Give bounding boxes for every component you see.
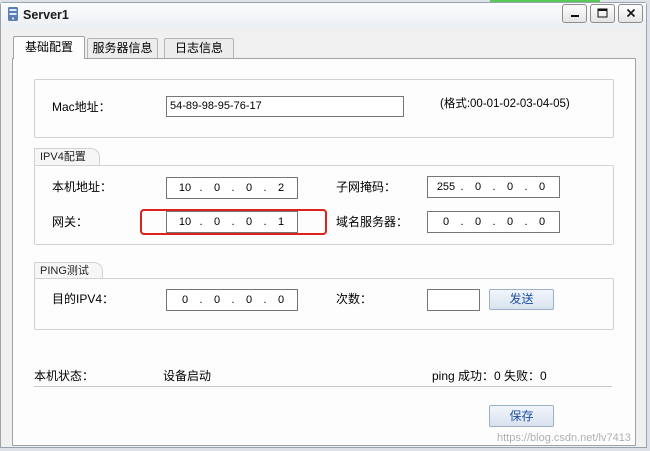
server-config-window: Server1 基础配置 服务器信息 日志信息 Mac地址： 54-89-98-… bbox=[0, 0, 650, 451]
ip-dot: . bbox=[460, 181, 464, 193]
ping-count-label: 次数： bbox=[336, 292, 373, 306]
device-status-label: 本机状态： bbox=[34, 369, 95, 383]
ip-dot: . bbox=[492, 216, 496, 228]
ip-dot: . bbox=[263, 182, 267, 194]
dns-server-field[interactable]: 0. 0. 0. 0 bbox=[427, 211, 560, 233]
basic-config-panel: Mac地址： 54-89-98-95-76-17 (格式:00-01-02-03… bbox=[12, 58, 636, 446]
ip-octet[interactable]: 0 bbox=[531, 177, 553, 197]
ip-octet[interactable]: 255 bbox=[435, 177, 457, 197]
ip-dot: . bbox=[231, 182, 235, 194]
ip-dot: . bbox=[199, 182, 203, 194]
ping-result-text: ping 成功：0 失败：0 bbox=[432, 369, 547, 383]
ip-octet[interactable]: 0 bbox=[238, 178, 260, 198]
dns-server-label: 域名服务器： bbox=[336, 215, 409, 229]
ip-dot: . bbox=[199, 294, 203, 306]
ipv4-group-title: IPV4配置 bbox=[34, 148, 100, 166]
ip-octet[interactable]: 0 bbox=[238, 290, 260, 310]
status-divider bbox=[34, 386, 612, 387]
tab-basic-config[interactable]: 基础配置 bbox=[13, 36, 85, 59]
subnet-mask-label: 子网掩码： bbox=[336, 180, 397, 194]
mac-address-field[interactable]: 54-89-98-95-76-17 bbox=[166, 96, 404, 117]
mac-section: Mac地址： 54-89-98-95-76-17 (格式:00-01-02-03… bbox=[34, 79, 614, 138]
mac-label: Mac地址： bbox=[52, 100, 111, 114]
local-address-label: 本机地址： bbox=[52, 180, 113, 194]
maximize-icon bbox=[597, 7, 608, 21]
ping-destination-field[interactable]: 0. 0. 0. 0 bbox=[166, 289, 298, 311]
ip-dot: . bbox=[231, 294, 235, 306]
ping-section: 目的IPV4： 0. 0. 0. 0 次数： 发送 bbox=[34, 278, 614, 330]
ip-octet[interactable]: 0 bbox=[467, 212, 489, 232]
mac-format-hint: (格式:00-01-02-03-04-05) bbox=[440, 98, 570, 110]
local-address-field[interactable]: 10. 0. 0. 2 bbox=[166, 177, 298, 199]
ip-octet[interactable]: 0 bbox=[467, 177, 489, 197]
ip-dot: . bbox=[524, 216, 528, 228]
ipv4-section: 本机地址： 10. 0. 0. 2 子网掩码： 255. 0. 0. 0 网关：… bbox=[34, 165, 614, 245]
minimize-button[interactable] bbox=[562, 4, 587, 23]
title-bar[interactable]: Server1 bbox=[1, 3, 646, 28]
ip-dot: . bbox=[460, 216, 464, 228]
server-icon bbox=[6, 6, 20, 22]
minimize-icon bbox=[570, 7, 580, 21]
ip-octet[interactable]: 0 bbox=[174, 290, 196, 310]
ping-group-title: PING测试 bbox=[34, 262, 103, 279]
ip-octet[interactable]: 0 bbox=[206, 290, 228, 310]
device-status-value: 设备启动 bbox=[163, 369, 212, 383]
gateway-highlight-annotation bbox=[140, 209, 327, 235]
ip-dot: . bbox=[263, 294, 267, 306]
ping-destination-label: 目的IPV4： bbox=[52, 292, 115, 306]
maximize-button[interactable] bbox=[590, 4, 615, 23]
watermark: https://blog.csdn.net/lv7413 bbox=[497, 432, 631, 444]
save-button[interactable]: 保存 bbox=[489, 405, 554, 427]
ping-count-field[interactable] bbox=[427, 289, 480, 311]
close-icon bbox=[626, 7, 636, 21]
ip-dot: . bbox=[492, 181, 496, 193]
tab-log-info[interactable]: 日志信息 bbox=[164, 38, 234, 58]
ip-octet[interactable]: 10 bbox=[174, 178, 196, 198]
gateway-label: 网关： bbox=[52, 215, 89, 229]
ip-octet[interactable]: 2 bbox=[270, 178, 292, 198]
ip-octet[interactable]: 0 bbox=[531, 212, 553, 232]
ip-dot: . bbox=[524, 181, 528, 193]
subnet-mask-field[interactable]: 255. 0. 0. 0 bbox=[427, 176, 560, 198]
ip-octet[interactable]: 0 bbox=[499, 177, 521, 197]
tab-server-info[interactable]: 服务器信息 bbox=[87, 38, 158, 58]
ip-octet[interactable]: 0 bbox=[499, 212, 521, 232]
ip-octet[interactable]: 0 bbox=[435, 212, 457, 232]
ip-octet[interactable]: 0 bbox=[270, 290, 292, 310]
close-button[interactable] bbox=[618, 4, 643, 23]
window-title: Server1 bbox=[23, 8, 69, 22]
send-button[interactable]: 发送 bbox=[489, 289, 554, 310]
ip-octet[interactable]: 0 bbox=[206, 178, 228, 198]
